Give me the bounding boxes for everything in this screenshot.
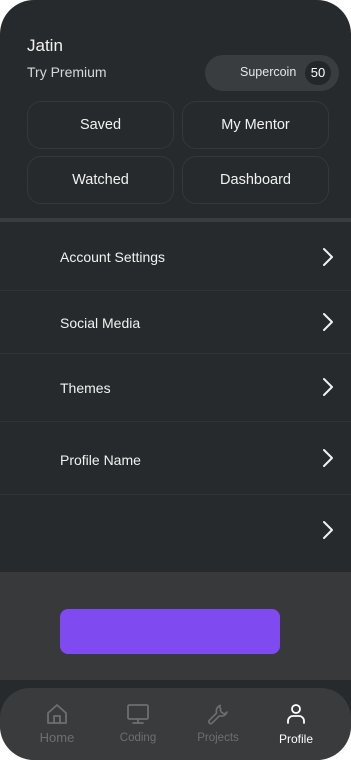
chevron-right-icon	[323, 313, 333, 331]
nav-label: Home	[39, 730, 75, 745]
my-mentor-button[interactable]: My Mentor	[182, 101, 329, 149]
menu-item-label: Themes	[60, 380, 111, 396]
nav-home[interactable]: Home	[17, 688, 97, 760]
wrench-icon	[208, 704, 228, 725]
menu-item-label: Account Settings	[60, 249, 166, 265]
saved-button[interactable]: Saved	[27, 101, 174, 149]
nav-label: Profile	[278, 732, 313, 746]
supercoin-count: 50	[305, 61, 331, 85]
menu-item-themes[interactable]: Themes	[0, 354, 351, 422]
chevron-right-icon	[323, 521, 333, 539]
menu-item-account-settings[interactable]: Account Settings	[0, 222, 351, 291]
chevron-right-icon	[323, 248, 333, 266]
menu-item-unlabeled[interactable]	[0, 495, 351, 565]
chevron-right-icon	[323, 378, 333, 396]
nav-profile[interactable]: Profile	[256, 688, 336, 760]
menu-item-profile-name[interactable]: Profile Name	[0, 422, 351, 495]
watched-button[interactable]: Watched	[27, 156, 174, 204]
bottom-nav: Home Coding Projects Profile	[0, 688, 351, 760]
nav-label: Projects	[197, 732, 239, 744]
nav-label: Coding	[119, 732, 157, 744]
home-icon	[47, 704, 67, 724]
menu-item-label: Profile Name	[60, 452, 141, 468]
nav-coding[interactable]: Coding	[98, 688, 178, 760]
dashboard-button[interactable]: Dashboard	[182, 156, 329, 204]
chevron-right-icon	[323, 449, 333, 467]
user-name: Jatin	[27, 36, 63, 55]
supercoin-label: Supercoin	[240, 65, 297, 79]
profile-screen: Jatin Try Premium Supercoin 50 Saved My …	[0, 0, 351, 760]
supercoin-badge[interactable]: Supercoin 50	[205, 55, 339, 91]
menu-item-label: Social Media	[60, 315, 141, 331]
primary-action-button[interactable]	[60, 609, 280, 654]
monitor-icon	[127, 704, 149, 724]
try-premium-link[interactable]: Try Premium	[27, 64, 107, 80]
user-icon	[287, 704, 305, 724]
nav-projects[interactable]: Projects	[178, 688, 258, 760]
menu-item-social-media[interactable]: Social Media	[0, 291, 351, 354]
